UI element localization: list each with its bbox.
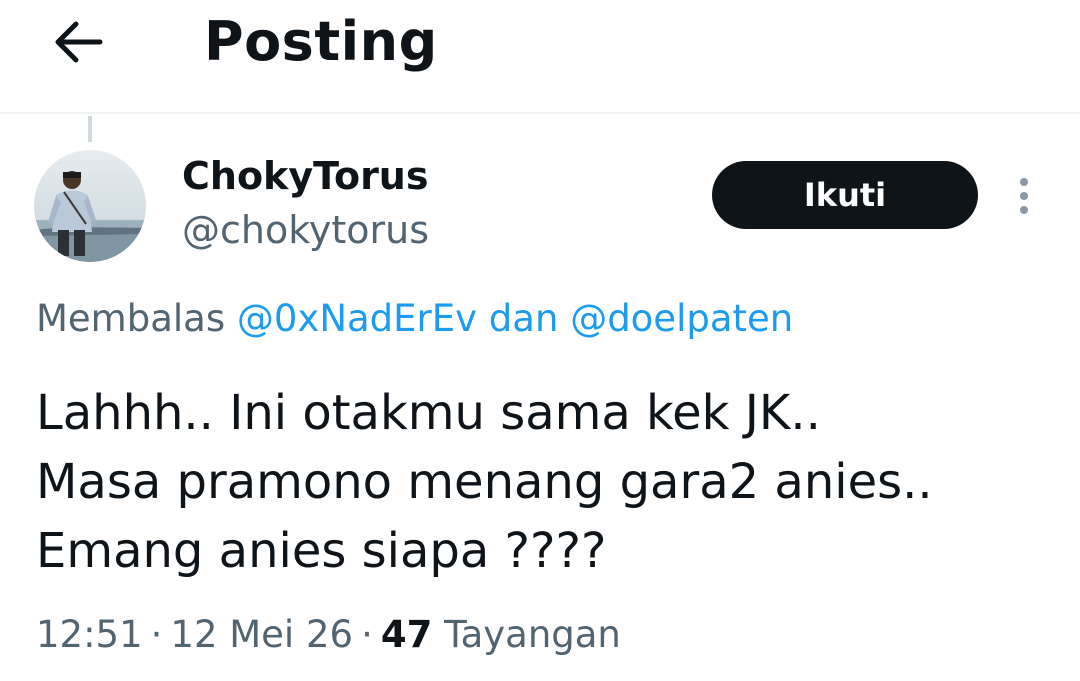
- display-name[interactable]: ChokyTorus: [182, 152, 428, 200]
- more-vertical-icon: [1020, 178, 1028, 214]
- user-handle[interactable]: @chokytorus: [182, 206, 429, 254]
- replying-to: Membalas @0xNadErEv dan @doelpaten: [36, 294, 793, 344]
- avatar[interactable]: [34, 150, 146, 262]
- more-options-button[interactable]: [1004, 172, 1044, 220]
- views-count[interactable]: 47: [381, 613, 433, 656]
- tweet-time[interactable]: 12:51: [36, 613, 143, 656]
- tweet-text-line: Masa pramono menang gara2 anies..: [36, 454, 933, 510]
- reply-conjunction: dan: [488, 297, 559, 340]
- tweet-metadata: 12:51 · 12 Mei 26 · 47 Tayangan: [36, 610, 621, 660]
- tweet-text: Lahhh.. Ini otakmu sama kek JK.. Masa pr…: [36, 379, 1046, 586]
- reply-mention-link[interactable]: @doelpaten: [570, 297, 793, 340]
- arrow-left-icon: [55, 21, 103, 63]
- back-button[interactable]: [46, 10, 110, 74]
- thread-connector-line: [88, 116, 92, 142]
- tweet-date[interactable]: 12 Mei 26: [170, 613, 353, 656]
- profile-photo: [34, 150, 146, 262]
- separator-dot: ·: [361, 613, 373, 656]
- top-app-bar: Posting: [0, 0, 1080, 114]
- page-title: Posting: [204, 10, 438, 73]
- reply-prefix: Membalas: [36, 297, 226, 340]
- tweet-text-line: Lahhh.. Ini otakmu sama kek JK..: [36, 385, 821, 441]
- reply-mention-link[interactable]: @0xNadErEv: [237, 297, 477, 340]
- separator-dot: ·: [150, 613, 163, 656]
- follow-button[interactable]: Ikuti: [712, 161, 978, 229]
- views-label[interactable]: Tayangan: [444, 613, 621, 656]
- tweet-text-line: Emang anies siapa ????: [36, 523, 607, 579]
